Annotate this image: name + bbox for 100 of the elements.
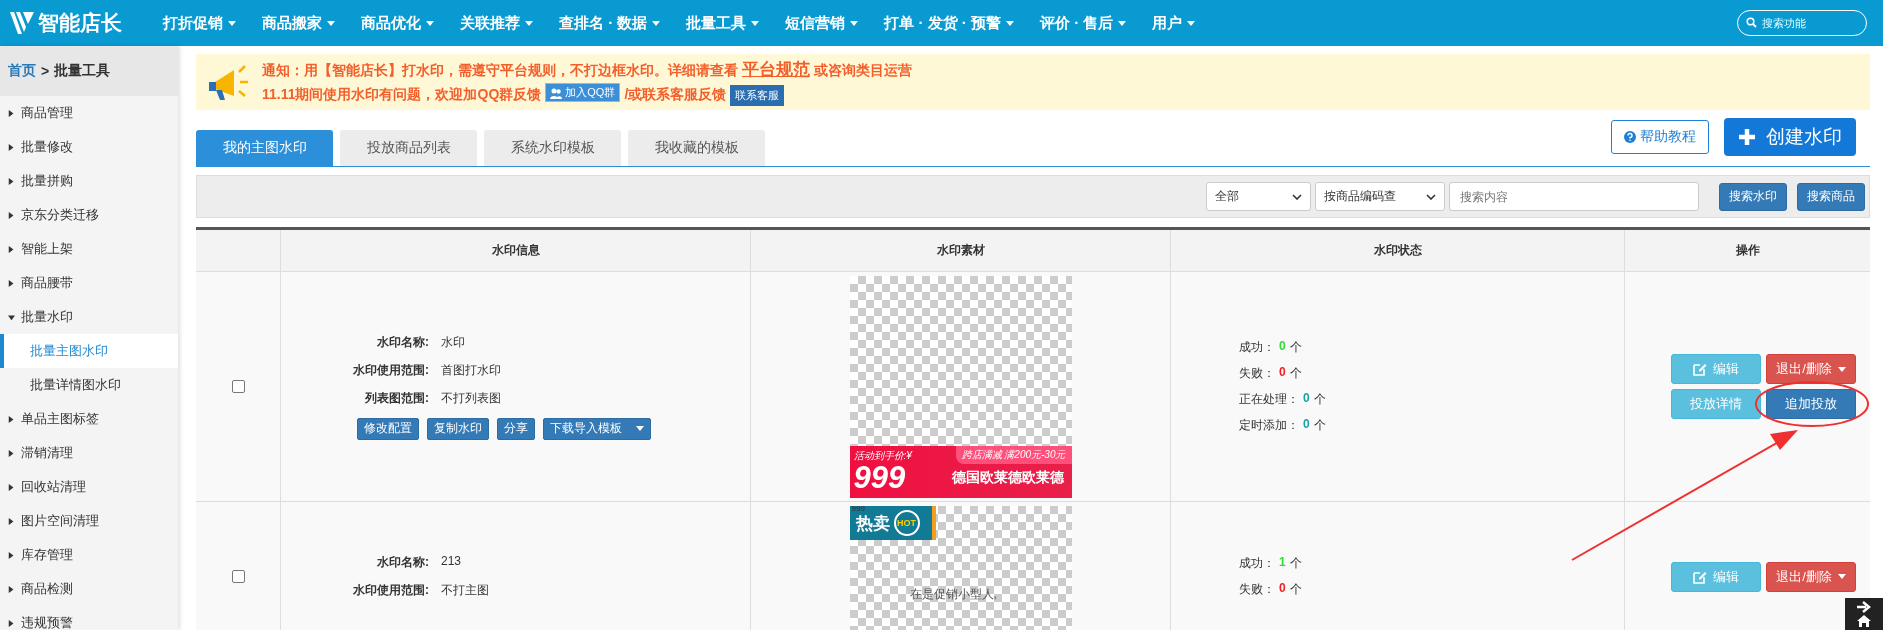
status-label: 成功：: [1239, 555, 1275, 572]
status-label: 正在处理：: [1239, 391, 1299, 408]
chevron-down-icon: [1426, 193, 1436, 200]
column-header: 水印素材: [936, 242, 985, 259]
row-checkbox[interactable]: [231, 570, 245, 583]
nav-menu-item[interactable]: 关联推荐: [447, 13, 546, 33]
action-button[interactable]: 追加投放: [1766, 389, 1856, 419]
sidebar-item[interactable]: 违规预警: [0, 606, 178, 630]
home-icon: [1857, 615, 1871, 627]
delete-button[interactable]: 退出/删除: [1766, 561, 1856, 592]
sidebar-item[interactable]: 单品主图标签: [0, 402, 178, 436]
field-label: 水印使用范围:: [352, 582, 429, 599]
caret-icon: [652, 20, 661, 26]
column-header: 水印信息: [491, 242, 540, 259]
nav-menu-item[interactable]: 批量工具: [673, 13, 773, 33]
breadcrumb-link[interactable]: 首页: [8, 62, 36, 80]
status-label: 失败：: [1239, 365, 1275, 382]
nav-menu-item[interactable]: 打单 · 发货 · 预警: [871, 13, 1027, 33]
notice-text: /或联系客服反馈: [624, 85, 727, 104]
field-label: 水印名称:: [376, 333, 429, 351]
action-button[interactable]: 修改配置: [357, 417, 419, 440]
column-header: 水印状态: [1373, 242, 1422, 259]
sidebar-subitem[interactable]: 批量详情图水印: [0, 368, 178, 402]
price-text: 999: [853, 463, 907, 493]
delete-button[interactable]: 退出/删除: [1766, 354, 1856, 384]
create-button[interactable]: 创建水印: [1724, 118, 1856, 156]
sidebar-item[interactable]: 商品管理: [0, 96, 178, 130]
sidebar-item[interactable]: 批量水印: [0, 300, 178, 334]
qq-group-button[interactable]: 加入QQ群: [545, 83, 621, 103]
sidebar-item[interactable]: 批量修改: [0, 130, 178, 164]
promo-tag: 跨店满减 满200元-30元: [955, 446, 1072, 464]
nav-menu-item[interactable]: 短信营销: [772, 13, 872, 33]
rules-link[interactable]: 平台规范: [742, 58, 810, 82]
caret-icon: [525, 20, 533, 26]
plus-icon: [1738, 128, 1756, 146]
field-value: 不打列表图: [441, 389, 502, 407]
help-button[interactable]: 帮助教程: [1611, 120, 1709, 154]
action-button[interactable]: 复制水印: [427, 417, 489, 440]
sidebar-item[interactable]: 回收站清理: [0, 470, 178, 504]
floating-toolbar[interactable]: [1845, 598, 1883, 630]
action-button[interactable]: 下载导入模板: [543, 417, 651, 440]
status-unit: 个: [1313, 391, 1326, 408]
field-value: 213: [441, 554, 463, 570]
nav-menu-item[interactable]: 商品优化: [348, 13, 447, 33]
banner-title: 德国欧莱德欧莱德: [951, 468, 1065, 487]
app-logo: 智能店长: [38, 10, 122, 36]
status-count: 0: [1303, 391, 1310, 407]
caret-icon: [1006, 20, 1014, 26]
sidebar-item[interactable]: 批量拼购: [0, 164, 178, 198]
status-label: 定时添加：: [1239, 417, 1299, 434]
status-count: 0: [1279, 581, 1286, 597]
nav-menu-item[interactable]: 用户: [1139, 13, 1209, 33]
caret-icon: [1837, 574, 1846, 579]
caret-icon: [1187, 20, 1196, 26]
search-button[interactable]: 搜索商品: [1797, 182, 1865, 211]
sidebar-item[interactable]: 滞销清理: [0, 436, 178, 470]
tab[interactable]: 我的主图水印: [196, 130, 333, 166]
status-count: 1: [1279, 555, 1286, 571]
status-label: 成功：: [1239, 339, 1275, 356]
caret-icon: [228, 20, 236, 26]
notice-text: 或咨询类目运营: [814, 62, 912, 81]
breadcrumb-separator: >: [41, 63, 50, 79]
field-label: 水印名称:: [376, 554, 429, 571]
caret-icon: [1837, 366, 1846, 372]
scope-select[interactable]: 全部: [1206, 182, 1311, 211]
sidebar-item[interactable]: 商品检测: [0, 572, 178, 606]
nav-menu-item[interactable]: 评价 · 售后: [1027, 13, 1140, 33]
row-checkbox[interactable]: [231, 380, 245, 393]
sidebar-item[interactable]: 库存管理: [0, 538, 178, 572]
status-label: 失败：: [1239, 581, 1275, 598]
field-value: 水印: [441, 333, 466, 351]
sidebar-item[interactable]: 智能上架: [0, 232, 178, 266]
field-label: 水印使用范围:: [352, 361, 429, 379]
status-unit: 个: [1289, 339, 1302, 356]
caret-icon: [636, 426, 644, 431]
search-field[interactable]: 搜索内容: [1449, 182, 1699, 211]
watermark-caption: 在是促销小型人,: [909, 586, 997, 603]
action-button[interactable]: 分享: [497, 417, 535, 440]
nav-menu-item[interactable]: 打折促销: [150, 13, 249, 33]
contact-service-button[interactable]: 联系客服: [730, 84, 785, 106]
sidebar-item[interactable]: 商品腰带: [0, 266, 178, 300]
nav-menu-item[interactable]: 查排名 · 数据: [546, 13, 674, 33]
tab[interactable]: 我收藏的模板: [628, 130, 765, 166]
status-unit: 个: [1289, 555, 1302, 572]
price-label: 活动到手价:¥: [853, 449, 914, 463]
field-value: 首图打水印: [441, 361, 502, 379]
column-header: 操作: [1735, 242, 1760, 259]
notice-text: 11.11期间使用水印有问题，欢迎加QQ群反馈: [262, 85, 542, 104]
sidebar-item[interactable]: 图片空间清理: [0, 504, 178, 538]
caret-icon: [327, 20, 335, 26]
tab[interactable]: 投放商品列表: [340, 130, 477, 166]
edit-icon: [1693, 362, 1707, 376]
tab[interactable]: 系统水印模板: [484, 130, 621, 166]
field-value: 不打主图: [441, 582, 490, 599]
nav-menu-item[interactable]: 商品搬家: [249, 13, 348, 33]
sidebar-item[interactable]: 京东分类迁移: [0, 198, 178, 232]
search-button[interactable]: 搜索水印: [1719, 182, 1787, 211]
chevron-down-icon: [1292, 193, 1302, 200]
search-by-select[interactable]: 按商品编码查: [1315, 182, 1445, 211]
sidebar-subitem[interactable]: 批量主图水印: [0, 334, 178, 368]
